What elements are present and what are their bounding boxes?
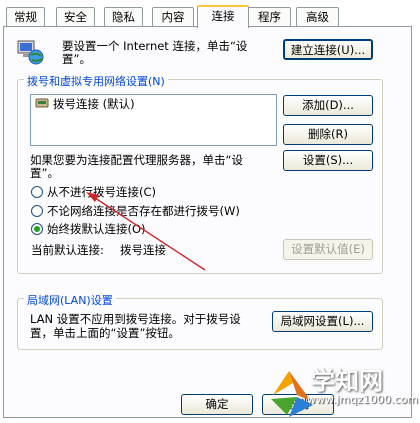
- watermark-title: 学知网: [311, 367, 383, 395]
- proxy-text-line1: 如果您要为连接配置代理服务器，单击“设: [30, 153, 243, 167]
- tab-connections[interactable]: 连接: [197, 5, 249, 28]
- radio-never-dial[interactable]: [31, 186, 43, 198]
- watermark-url: www.jmqz1000.com: [307, 393, 418, 406]
- lan-text-line2: 置，单击上面的“设置”按钮。: [30, 326, 180, 340]
- tab-content[interactable]: 内容: [152, 7, 194, 26]
- watermark-logo-icon: [271, 371, 313, 417]
- add-button[interactable]: 添加(D)...: [283, 95, 373, 116]
- radio-dial-whenever-label[interactable]: 不论网络连接是否存在都进行拨号(W): [47, 203, 240, 219]
- tab-privacy[interactable]: 隐私: [104, 7, 143, 26]
- radio-always-dial-default-label[interactable]: 始终拨默认连接(O): [47, 221, 146, 237]
- watermark: 学知网 www.jmqz1000.com: [267, 355, 420, 423]
- setup-text-line2: 置”。: [62, 52, 91, 66]
- lan-settings-button[interactable]: 局域网设置(L)...: [272, 311, 373, 332]
- current-default-value: 拨号连接: [120, 243, 166, 257]
- delete-button[interactable]: 删除(R): [283, 124, 373, 145]
- list-item[interactable]: 拨号连接 (默认): [53, 96, 135, 112]
- tab-advanced[interactable]: 高级: [296, 7, 339, 26]
- tab-general[interactable]: 常规: [6, 7, 45, 26]
- radio-dial-whenever[interactable]: [31, 205, 43, 217]
- proxy-text-line2: 置”。: [30, 166, 59, 180]
- tab-security[interactable]: 安全: [56, 7, 95, 26]
- connection-listbox[interactable]: 拨号连接 (默认): [30, 94, 277, 146]
- setup-connection-button[interactable]: 建立连接(U)...: [283, 39, 373, 60]
- current-default-label: 当前默认连接:: [31, 243, 104, 257]
- lan-group-title: 局域网(LAN)设置: [24, 292, 116, 308]
- radio-always-dial-default[interactable]: [31, 223, 43, 235]
- dialup-connection-icon: [35, 97, 49, 109]
- dialup-group-title: 拨号和虚拟专用网络设置(N): [24, 73, 168, 89]
- network-globe-icon: [17, 38, 45, 66]
- set-default-button[interactable]: 设置默认值(E): [283, 239, 373, 260]
- tab-programs[interactable]: 程序: [248, 7, 291, 26]
- radio-never-dial-label[interactable]: 从不进行拨号连接(C): [47, 184, 156, 200]
- settings-button[interactable]: 设置(S)...: [283, 150, 373, 171]
- ok-button[interactable]: 确定: [181, 394, 253, 415]
